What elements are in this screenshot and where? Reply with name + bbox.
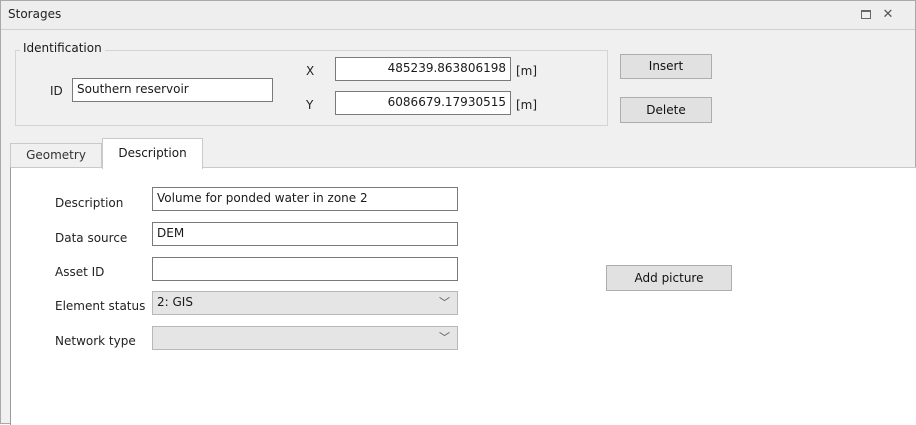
asset-id-label: Asset ID (55, 265, 105, 279)
element-status-dropdown[interactable]: 2: GIS ﹀ (152, 291, 458, 315)
close-icon[interactable]: ✕ (879, 6, 897, 24)
y-unit: [m] (516, 98, 538, 112)
element-status-value: 2: GIS (157, 295, 193, 309)
y-label: Y (306, 98, 314, 112)
window-title: Storages (8, 7, 62, 21)
element-status-label: Element status (55, 299, 146, 313)
restore-icon[interactable] (857, 6, 875, 24)
tab-geometry[interactable]: Geometry (10, 143, 102, 168)
x-coordinate-input[interactable]: 485239.863806198 (335, 57, 511, 81)
storages-window: Storages ✕ Identification ID Southern re… (0, 0, 916, 425)
title-bar: Storages ✕ (1, 1, 915, 30)
chevron-down-icon: ﹀ (439, 296, 450, 309)
description-label: Description (55, 196, 124, 210)
data-source-input[interactable]: DEM (152, 222, 458, 246)
y-coordinate-input[interactable]: 6086679.17930515 (335, 91, 511, 115)
tab-description[interactable]: Description (102, 138, 203, 169)
network-type-label: Network type (55, 334, 136, 348)
insert-button[interactable]: Insert (620, 54, 712, 79)
x-unit: [m] (516, 64, 538, 78)
network-type-dropdown[interactable]: ﹀ (152, 326, 458, 350)
delete-button[interactable]: Delete (620, 97, 712, 123)
description-input[interactable]: Volume for ponded water in zone 2 (152, 187, 458, 211)
id-input[interactable]: Southern reservoir (72, 78, 273, 102)
description-panel (10, 167, 916, 425)
asset-id-input[interactable] (152, 257, 458, 281)
data-source-label: Data source (55, 231, 128, 245)
identification-legend: Identification (20, 41, 105, 55)
x-label: X (306, 64, 315, 78)
id-label: ID (50, 84, 63, 98)
add-picture-button[interactable]: Add picture (606, 265, 732, 291)
chevron-down-icon: ﹀ (439, 331, 450, 344)
